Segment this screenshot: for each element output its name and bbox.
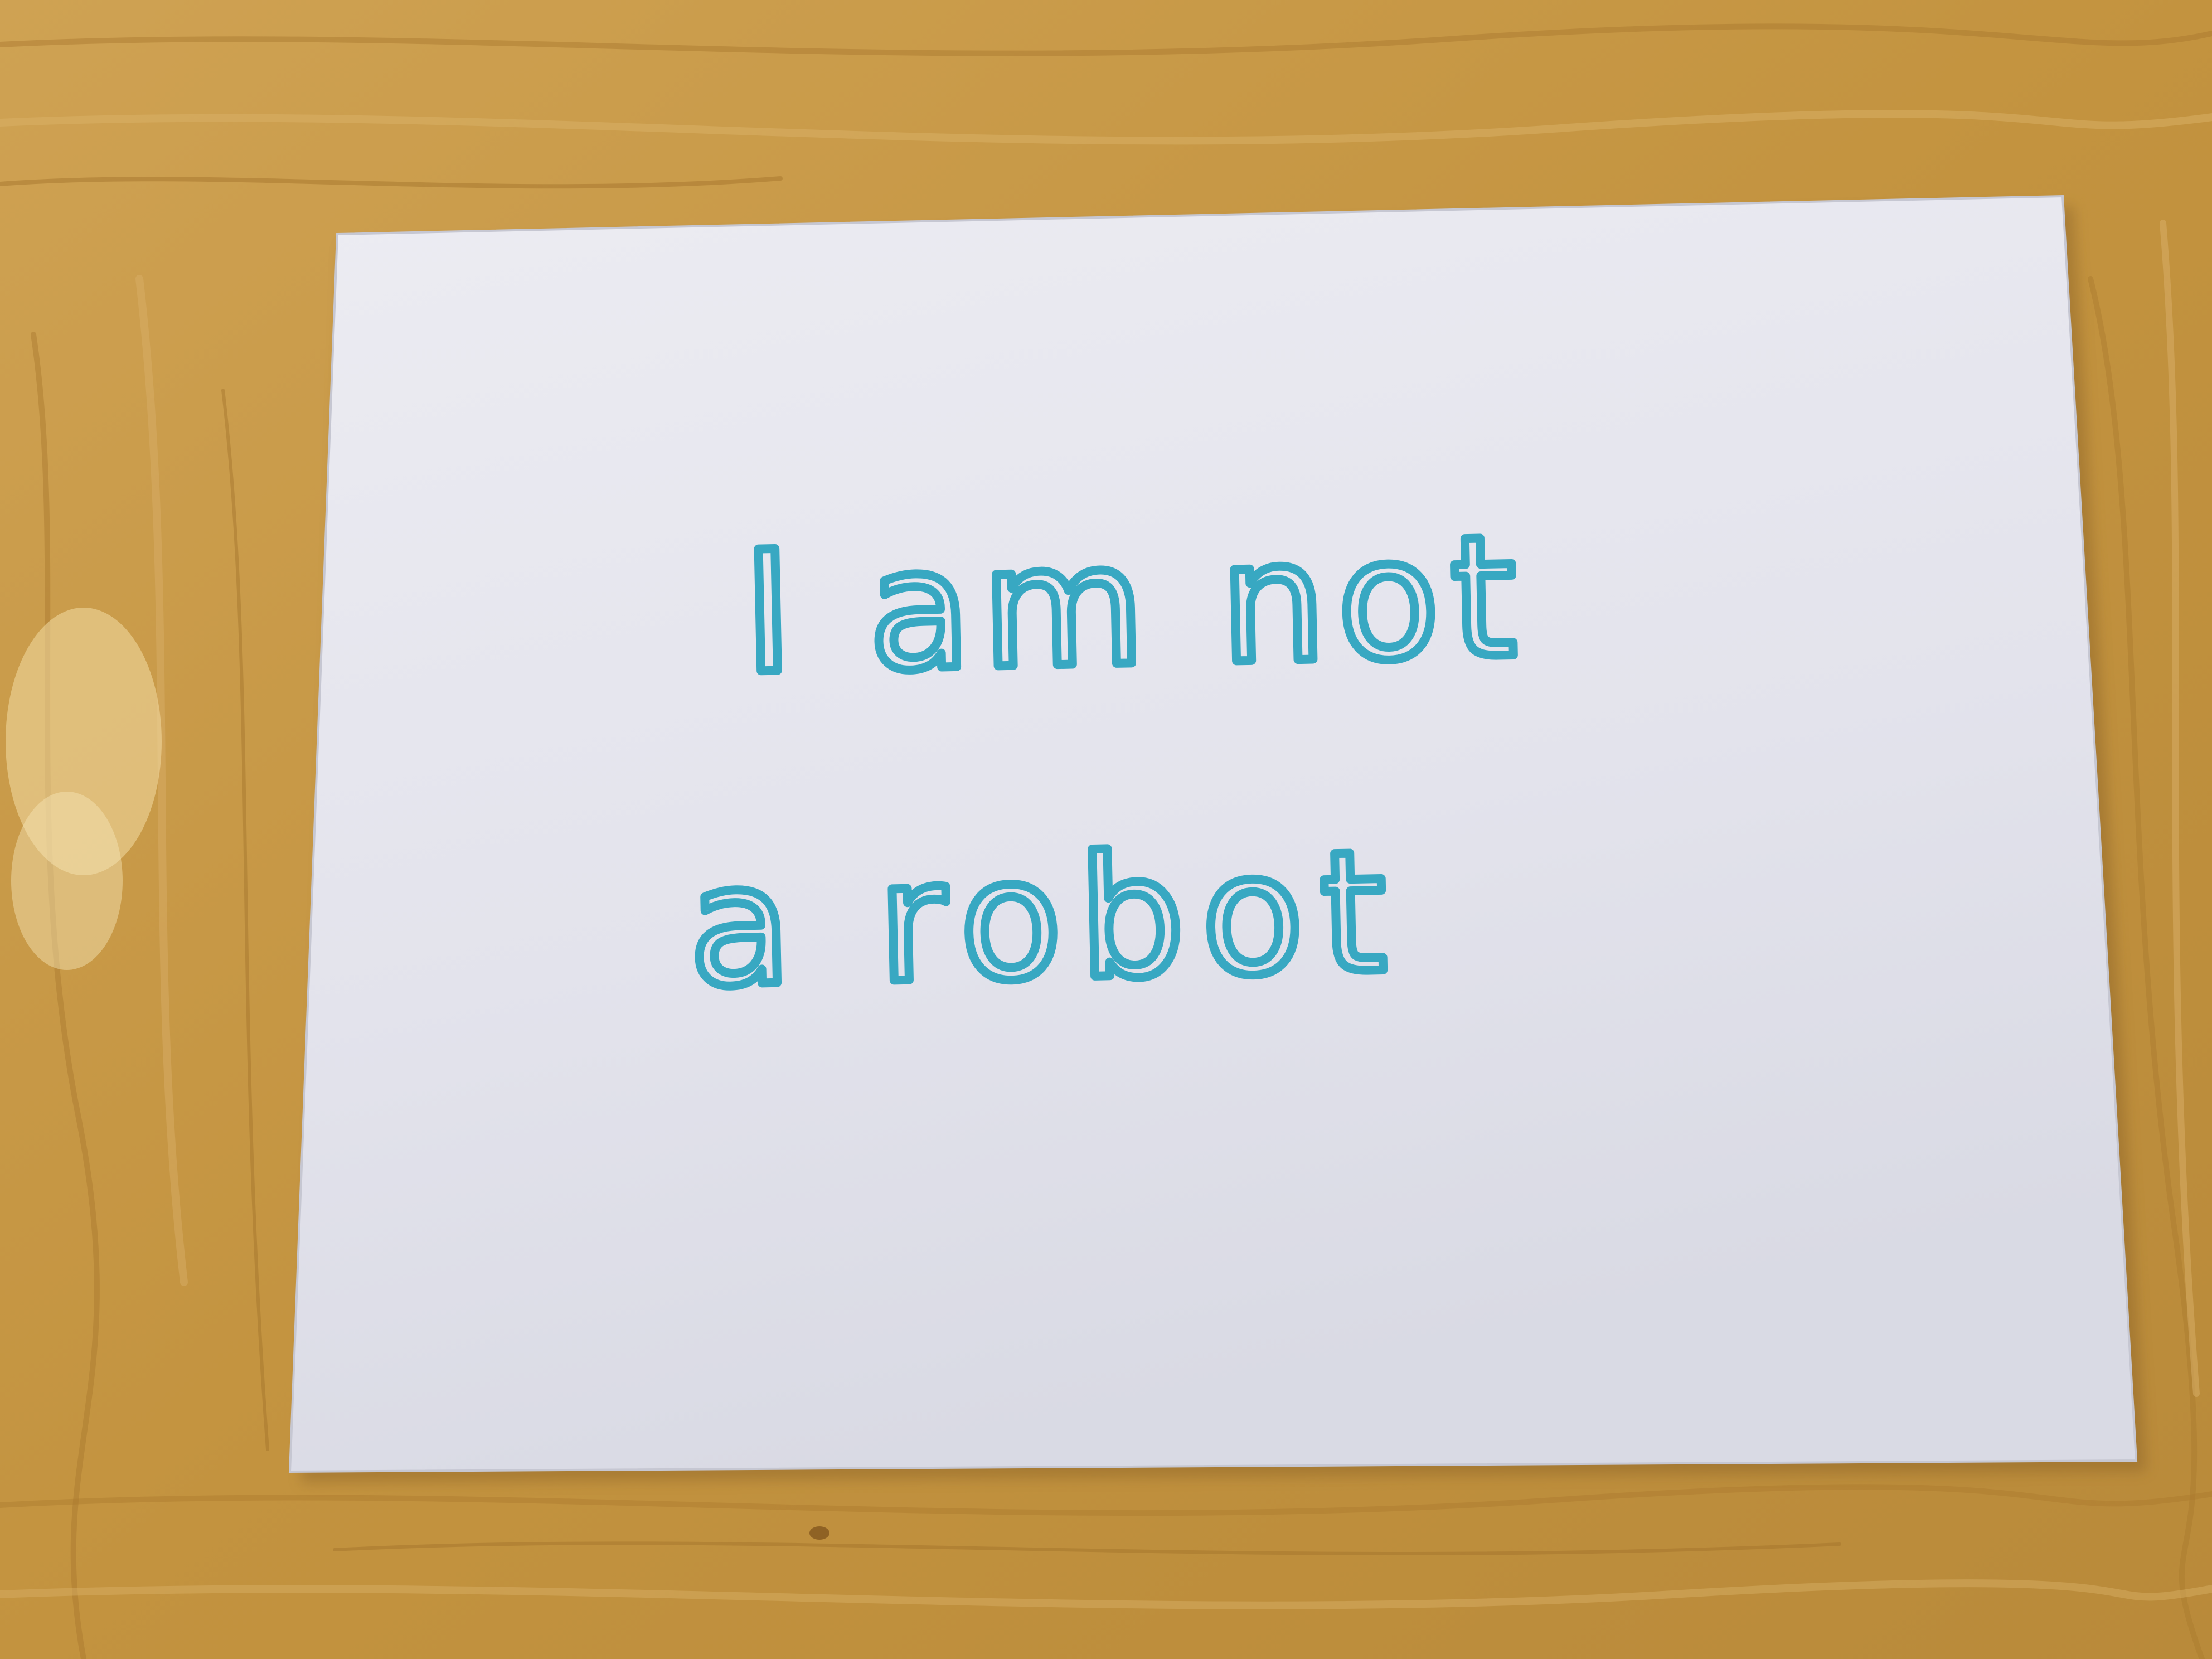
photo-scene: I am not a robot xyxy=(0,0,2212,1659)
handwriting-layer: I am not a robot xyxy=(682,495,1534,1029)
note-line-1: I am not xyxy=(741,499,1530,710)
note-line-2: a robot xyxy=(687,814,1405,1024)
